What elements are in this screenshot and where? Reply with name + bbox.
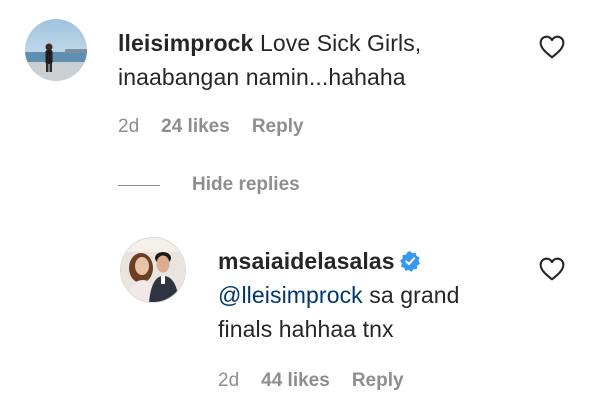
commenter-avatar[interactable]	[25, 19, 87, 81]
comment-meta: 2d 24 likes Reply	[118, 116, 304, 138]
hide-replies-button[interactable]: Hide replies	[118, 174, 300, 196]
verified-badge-icon	[399, 247, 421, 272]
comment-timestamp[interactable]: 2d	[118, 116, 139, 138]
reply-text: msaiaidelasalas @lleisimprock sa grand f…	[218, 244, 460, 346]
comment-reply-button[interactable]: Reply	[252, 116, 304, 138]
comment-likes-count[interactable]: 24 likes	[161, 116, 230, 138]
reply-timestamp[interactable]: 2d	[218, 370, 239, 392]
reply-mention-link[interactable]: @lleisimprock	[218, 282, 363, 308]
replies-divider-line	[118, 184, 160, 186]
comment-text-line2: inaabangan namin...hahaha	[118, 64, 406, 90]
like-comment-button[interactable]	[539, 35, 565, 59]
heart-outline-icon	[539, 257, 565, 281]
comment-text-line1: Love Sick Girls,	[259, 30, 422, 56]
replier-avatar[interactable]	[120, 237, 186, 303]
replier-username[interactable]: msaiaidelasalas	[218, 248, 395, 274]
hide-replies-label: Hide replies	[192, 174, 300, 195]
like-reply-button[interactable]	[539, 257, 565, 281]
reply-meta: 2d 44 likes Reply	[218, 370, 404, 392]
reply-likes-count[interactable]: 44 likes	[261, 370, 330, 392]
heart-outline-icon	[539, 35, 565, 59]
reply-text-line1: sa grand	[362, 282, 460, 308]
reply-text-line2: finals hahhaa tnx	[218, 316, 394, 342]
comment-text: lleisimprock Love Sick Girls, inaabangan…	[118, 26, 421, 94]
commenter-username[interactable]: lleisimprock	[118, 30, 253, 56]
reply-reply-button[interactable]: Reply	[352, 370, 404, 392]
